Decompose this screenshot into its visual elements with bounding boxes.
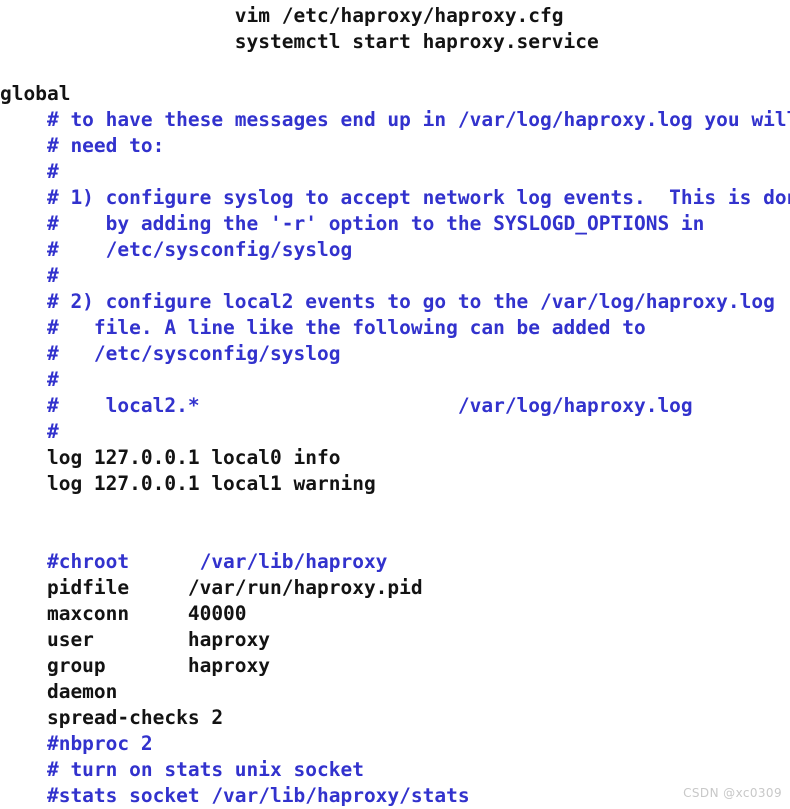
code-line[interactable]: daemon [0, 679, 790, 705]
code-line[interactable]: pidfile /var/run/haproxy.pid [0, 575, 790, 601]
code-line[interactable]: # /etc/sysconfig/syslog [0, 341, 790, 367]
code-line[interactable]: # [0, 263, 790, 289]
code-line[interactable]: maxconn 40000 [0, 601, 790, 627]
code-line[interactable]: # to have these messages end up in /var/… [0, 107, 790, 133]
code-line[interactable]: # [0, 159, 790, 185]
code-line[interactable]: # /etc/sysconfig/syslog [0, 237, 790, 263]
code-line[interactable] [0, 55, 790, 81]
code-line[interactable]: user haproxy [0, 627, 790, 653]
code-line[interactable]: # turn on stats unix socket [0, 757, 790, 783]
code-line[interactable]: log 127.0.0.1 local0 info [0, 445, 790, 471]
code-line[interactable]: global [0, 81, 790, 107]
code-line[interactable]: group haproxy [0, 653, 790, 679]
code-line[interactable] [0, 523, 790, 549]
code-line[interactable]: vim /etc/haproxy/haproxy.cfg [0, 3, 790, 29]
code-line[interactable]: #nbproc 2 [0, 731, 790, 757]
code-line[interactable]: # file. A line like the following can be… [0, 315, 790, 341]
code-line[interactable]: #chroot /var/lib/haproxy [0, 549, 790, 575]
code-line[interactable]: # [0, 419, 790, 445]
code-text-area[interactable]: vim /etc/haproxy/haproxy.cfg systemctl s… [0, 0, 790, 809]
code-line[interactable]: # by adding the '-r' option to the SYSLO… [0, 211, 790, 237]
code-editor-viewport: vim /etc/haproxy/haproxy.cfg systemctl s… [0, 0, 790, 809]
code-line[interactable]: # need to: [0, 133, 790, 159]
code-line[interactable]: # local2.* /var/log/haproxy.log [0, 393, 790, 419]
code-line[interactable]: # 2) configure local2 events to go to th… [0, 289, 790, 315]
code-line[interactable]: # 1) configure syslog to accept network … [0, 185, 790, 211]
code-line[interactable]: log 127.0.0.1 local1 warning [0, 471, 790, 497]
code-line[interactable]: #stats socket /var/lib/haproxy/stats [0, 783, 790, 809]
code-line[interactable]: # [0, 367, 790, 393]
csdn-watermark: CSDN @xc0309 [683, 786, 782, 800]
code-line[interactable]: spread-checks 2 [0, 705, 790, 731]
code-line[interactable] [0, 497, 790, 523]
code-line[interactable]: systemctl start haproxy.service [0, 29, 790, 55]
